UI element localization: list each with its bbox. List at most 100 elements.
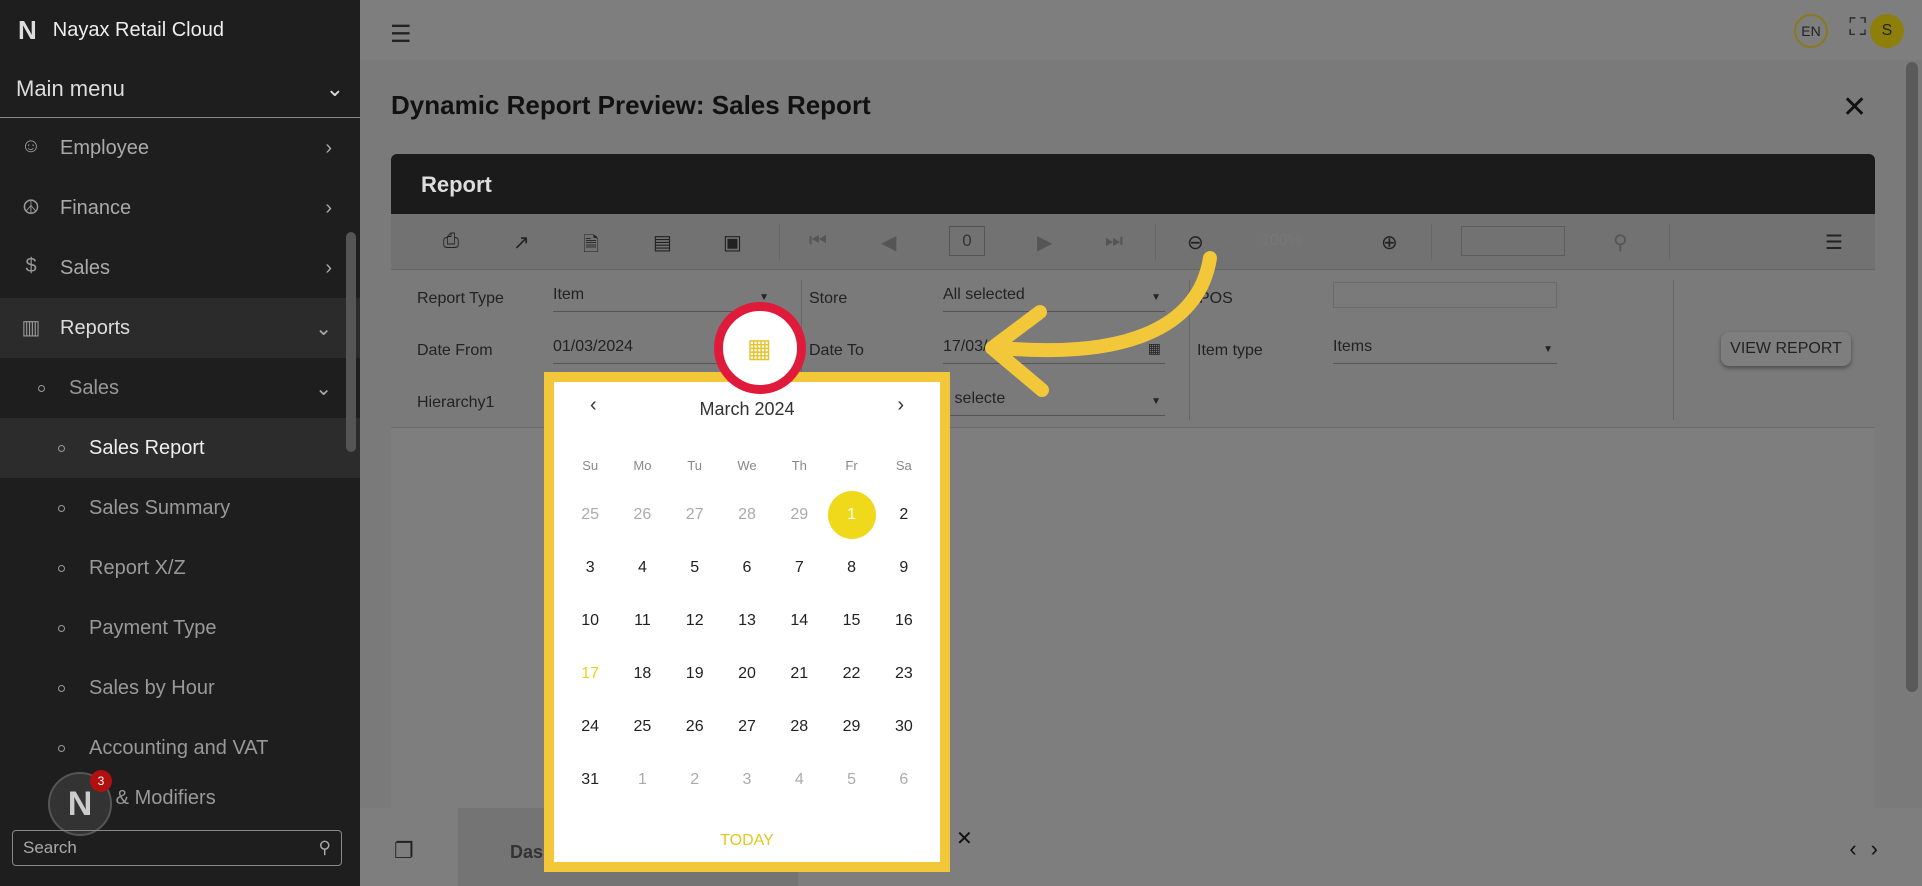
chevron-right-icon[interactable]: › — [897, 394, 904, 417]
calendar-day[interactable]: 13 — [721, 594, 773, 647]
weekday-label: Sa — [895, 458, 912, 473]
export-doc-icon[interactable]: 🗎 — [583, 230, 599, 264]
sidebar-item-reports[interactable]: ▥ Reports ⌄ — [0, 298, 360, 358]
calendar-day[interactable]: 20 — [721, 647, 773, 700]
sidebar-subitem-payment-type[interactable]: Payment Type — [0, 598, 360, 658]
find-input[interactable] — [1461, 226, 1565, 256]
calendar-day[interactable]: 24 — [564, 700, 616, 753]
calendar-day[interactable]: 25 — [616, 700, 668, 753]
zoom-select[interactable]: 100% — [1261, 226, 1331, 256]
calendar-day[interactable]: 4 — [616, 541, 668, 594]
sidebar-item-sales[interactable]: $ Sales › — [0, 238, 360, 298]
calendar-day-today[interactable]: 17 — [564, 647, 616, 700]
sidebar-subitem-sales[interactable]: Sales ⌄ — [0, 358, 360, 418]
calendar-day[interactable]: 19 — [669, 647, 721, 700]
print-icon[interactable]: ⎙ — [443, 230, 459, 253]
calendar-day[interactable]: 4 — [773, 753, 825, 806]
calendar-day[interactable]: 11 — [616, 594, 668, 647]
close-icon[interactable]: ✕ — [1842, 90, 1867, 125]
calendar-day[interactable]: 18 — [616, 647, 668, 700]
calendar-day[interactable]: 27 — [721, 700, 773, 753]
hamburger-menu-icon[interactable]: ☰ — [390, 20, 412, 49]
sidebar-subitem-report-xz[interactable]: Report X/Z — [0, 538, 360, 598]
brand[interactable]: N Nayax Retail Cloud — [0, 0, 360, 60]
calendar-day-selected[interactable]: 1 — [825, 488, 877, 541]
calendar-day[interactable]: 31 — [564, 753, 616, 806]
calendar-day[interactable]: 3 — [721, 753, 773, 806]
sidebar-subitem-sales-by-hour[interactable]: Sales by Hour — [0, 658, 360, 718]
calendar-day[interactable]: 21 — [773, 647, 825, 700]
calendar-day-number: 13 — [738, 611, 756, 629]
sidebar-subitem-sales-report[interactable]: Sales Report — [0, 418, 360, 478]
sidebar-subitem-label: Sales Summary — [89, 496, 231, 519]
page-scrollbar[interactable] — [1906, 62, 1918, 692]
fullscreen-icon[interactable]: ⛶ — [1849, 14, 1866, 42]
view-report-button[interactable]: VIEW REPORT — [1721, 332, 1851, 366]
calendar-day[interactable]: 5 — [825, 753, 877, 806]
notification-badge: 3 — [90, 770, 112, 792]
calendar-day[interactable]: 2 — [669, 753, 721, 806]
calendar-day[interactable]: 5 — [669, 541, 721, 594]
calendar-day[interactable]: 29 — [825, 700, 877, 753]
document-icon[interactable]: ▤ — [653, 230, 672, 255]
calendar-day-number: 12 — [685, 611, 704, 629]
toolbar-divider — [779, 224, 780, 260]
calendar-day[interactable]: 29 — [773, 488, 825, 541]
windows-icon[interactable]: ❐ — [394, 838, 414, 864]
calendar-day[interactable]: 2 — [878, 488, 930, 541]
calendar-day[interactable]: 23 — [878, 647, 930, 700]
calendar-day[interactable]: 9 — [878, 541, 930, 594]
calendar-month-label[interactable]: March 2024 — [699, 394, 794, 424]
calendar-day[interactable]: 6 — [721, 541, 773, 594]
today-button[interactable]: TODAY — [564, 832, 930, 850]
support-chat-button[interactable]: N 3 — [48, 770, 112, 836]
calendar-day[interactable]: 26 — [616, 488, 668, 541]
calendar-day-number: 25 — [581, 505, 600, 523]
calendar-day[interactable]: 12 — [669, 594, 721, 647]
calendar-day[interactable]: 8 — [825, 541, 877, 594]
first-page-icon[interactable]: ⏮ — [809, 230, 827, 253]
calendar-day[interactable]: 28 — [721, 488, 773, 541]
sidebar-item-employee[interactable]: ☺ Employee › — [0, 118, 360, 178]
sidebar-subitem-accounting-vat[interactable]: Accounting and VAT — [0, 718, 360, 778]
calendar-day[interactable]: 15 — [825, 594, 877, 647]
calendar-day[interactable]: 10 — [564, 594, 616, 647]
tab-nav-arrows[interactable]: ‹› — [1849, 836, 1892, 862]
calendar-day[interactable]: 28 — [773, 700, 825, 753]
chevron-left-icon[interactable]: ‹ — [590, 394, 597, 417]
calendar-day[interactable]: 16 — [878, 594, 930, 647]
main-menu-toggle[interactable]: Main menu ⌄ — [0, 60, 360, 118]
calendar-day[interactable]: 26 — [669, 700, 721, 753]
calendar-day[interactable]: 25 — [564, 488, 616, 541]
item-type-select[interactable]: Items ▼ — [1333, 338, 1557, 364]
calendar-day[interactable]: 6 — [878, 753, 930, 806]
document-settings-icon[interactable]: ▣ — [723, 230, 742, 255]
pos-select[interactable] — [1333, 282, 1557, 308]
calendar-day[interactable]: 22 — [825, 647, 877, 700]
sidebar-subitem-sales-summary[interactable]: Sales Summary — [0, 478, 360, 538]
bullet-icon — [58, 684, 65, 692]
export-icon[interactable]: ↗ — [513, 230, 530, 255]
prev-page-icon[interactable]: ◀ — [881, 230, 896, 255]
calendar-day[interactable]: 27 — [669, 488, 721, 541]
avatar[interactable]: S — [1870, 14, 1904, 48]
dollar-doc-icon: $ — [25, 255, 37, 277]
sidebar-item-finance[interactable]: ☮ Finance › — [0, 178, 360, 238]
calendar-day[interactable]: 7 — [773, 541, 825, 594]
search-icon[interactable]: ⚲ — [1613, 230, 1628, 255]
calendar-day[interactable]: 1 — [616, 753, 668, 806]
calendar-icon[interactable]: ▦ — [747, 333, 772, 364]
calendar-day[interactable]: 3 — [564, 541, 616, 594]
close-icon[interactable]: ✕ — [956, 826, 973, 851]
language-button[interactable]: EN — [1794, 14, 1828, 48]
calendar-day[interactable]: 30 — [878, 700, 930, 753]
calendar-day-number: 26 — [685, 717, 704, 735]
zoom-in-icon[interactable]: ⊕ — [1381, 230, 1398, 255]
menu-icon[interactable]: ☰ — [1825, 230, 1843, 255]
sidebar-scrollbar[interactable] — [346, 232, 356, 452]
sidebar-search-input[interactable]: Search ⚲ — [12, 830, 342, 866]
sidebar-subitem-label: Accounting and VAT — [89, 736, 269, 759]
calendar-day[interactable]: 14 — [773, 594, 825, 647]
calendar-day-number: 17 — [581, 664, 600, 682]
toolbar-divider — [1669, 224, 1670, 260]
